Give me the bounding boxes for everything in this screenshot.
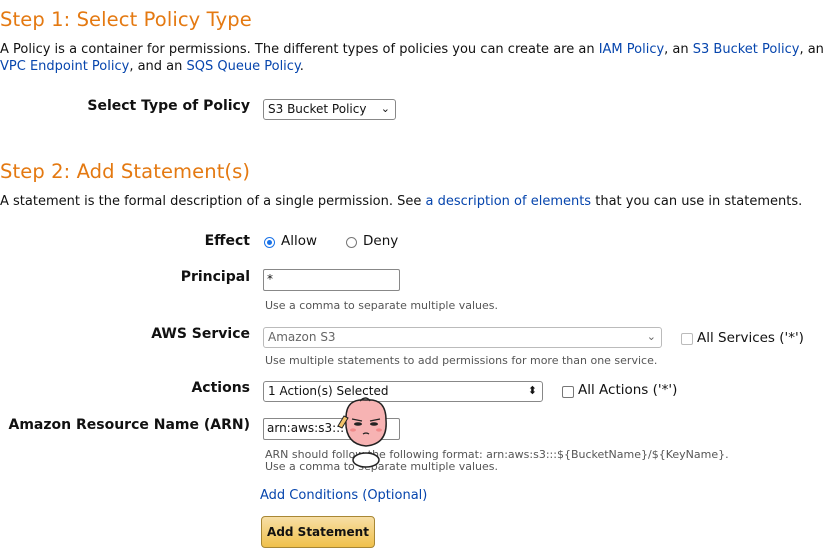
aws-service-hint: Use multiple statements to add permissio… [265, 354, 658, 367]
step1-desc-end: . [299, 59, 304, 74]
policy-type-value: S3 Bucket Policy [268, 102, 367, 116]
elements-description-link[interactable]: a description of elements [426, 194, 592, 209]
step2-desc-text: A statement is the formal description of… [0, 194, 426, 209]
step2-description: A statement is the formal description of… [0, 193, 802, 210]
all-services-label[interactable]: All Services ('*') [697, 330, 804, 346]
policy-type-select[interactable]: S3 Bucket Policy ⌄ [263, 99, 396, 120]
step1-desc-sep2: , and an [129, 59, 187, 74]
step1-heading: Step 1: Select Policy Type [0, 8, 252, 31]
effect-allow-label[interactable]: Allow [281, 233, 317, 249]
add-conditions-link[interactable]: Add Conditions (Optional) [260, 488, 427, 503]
all-actions-checkbox[interactable] [562, 386, 574, 398]
effect-deny-label[interactable]: Deny [363, 233, 398, 249]
vpc-endpoint-policy-link[interactable]: VPC Endpoint Policy [0, 59, 129, 74]
step1-desc-tail: , an [799, 42, 823, 57]
add-statement-button[interactable]: Add Statement [261, 516, 375, 548]
peach-character-sticker [337, 397, 387, 468]
actions-select[interactable]: 1 Action(s) Selected ⬍ [263, 381, 543, 402]
principal-input[interactable]: * [263, 269, 400, 291]
effect-allow-radio[interactable] [264, 237, 275, 248]
all-services-checkbox[interactable] [681, 333, 693, 345]
s3-bucket-policy-link[interactable]: S3 Bucket Policy [693, 42, 800, 57]
actions-label: Actions [191, 380, 250, 396]
principal-hint: Use a comma to separate multiple values. [265, 299, 499, 312]
chevron-down-icon: ⌄ [380, 102, 390, 115]
aws-service-select[interactable]: Amazon S3 ⌄ [263, 327, 662, 348]
aws-service-value: Amazon S3 [268, 330, 336, 344]
step1-desc-text: A Policy is a container for permissions.… [0, 42, 599, 57]
updown-arrows-icon: ⬍ [527, 384, 537, 397]
iam-policy-link[interactable]: IAM Policy [599, 42, 664, 57]
all-actions-label[interactable]: All Actions ('*') [578, 382, 677, 398]
arn-label: Amazon Resource Name (ARN) [8, 417, 251, 433]
chevron-down-icon: ⌄ [646, 330, 656, 343]
step1-description-line2: VPC Endpoint Policy, and an SQS Queue Po… [0, 58, 304, 75]
aws-service-label: AWS Service [151, 326, 250, 342]
effect-deny-radio[interactable] [346, 237, 357, 248]
effect-label: Effect [204, 233, 250, 249]
step1-description: A Policy is a container for permissions.… [0, 41, 823, 58]
principal-label: Principal [180, 269, 250, 285]
step1-desc-sep: , an [664, 42, 693, 57]
step2-desc-end: that you can use in statements. [591, 194, 803, 209]
policy-type-label: Select Type of Policy [87, 98, 250, 114]
sqs-queue-policy-link[interactable]: SQS Queue Policy [187, 59, 300, 74]
step2-heading: Step 2: Add Statement(s) [0, 160, 251, 183]
